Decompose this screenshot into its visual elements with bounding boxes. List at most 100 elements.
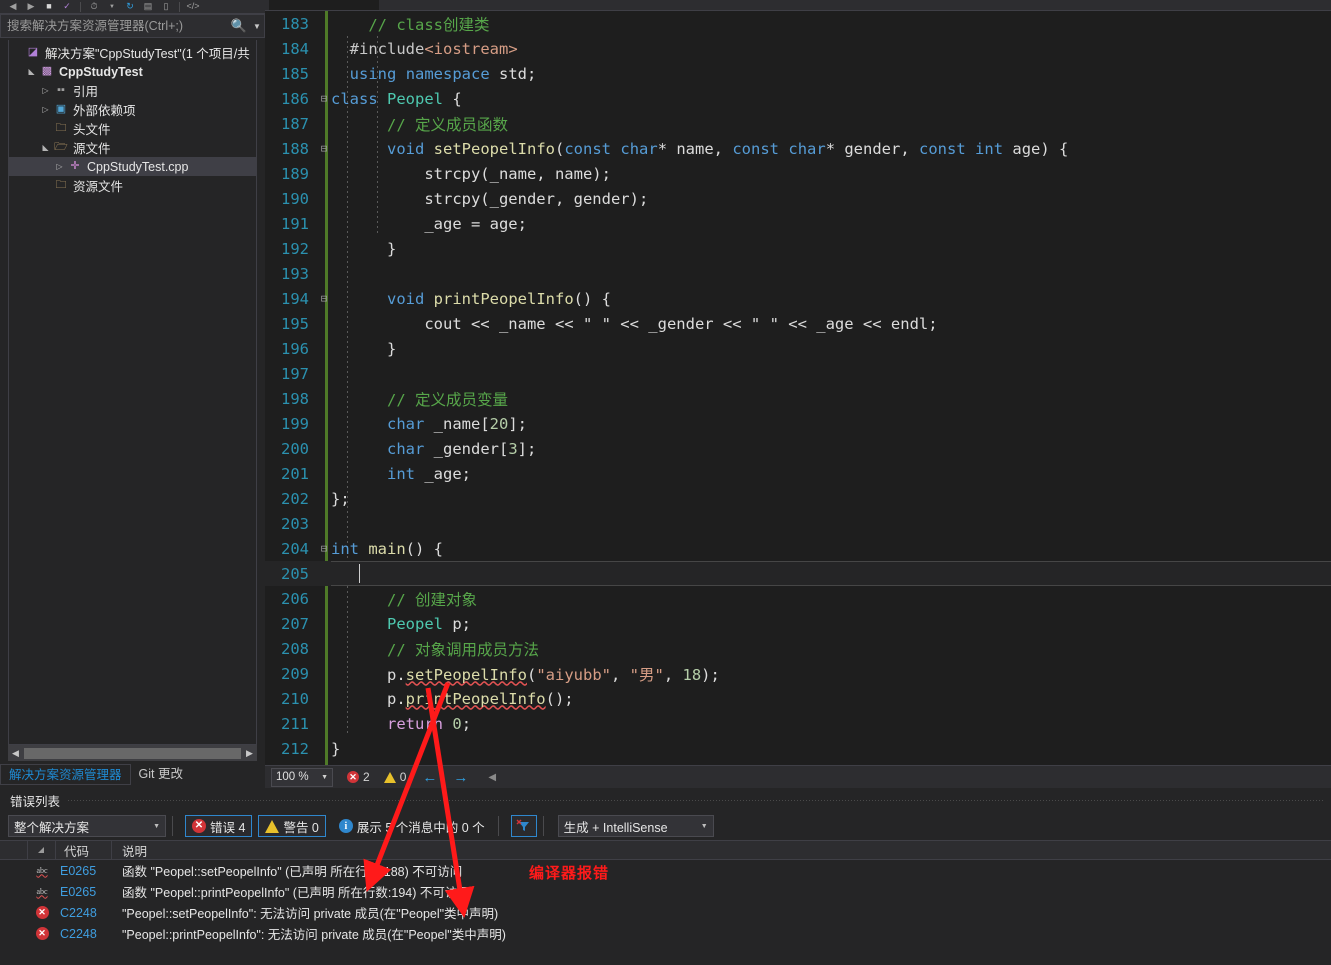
code-line-201[interactable]: 201 int _age; bbox=[265, 461, 1331, 486]
tree-item-4[interactable]: ·🗀 头文件 bbox=[9, 119, 256, 138]
editor-tab-secondary[interactable] bbox=[1105, 0, 1195, 10]
error-code[interactable]: C2248 bbox=[56, 927, 112, 941]
zoom-level-select[interactable]: 100 % ▼ bbox=[271, 767, 333, 787]
chevron-left-icon[interactable]: ◀ bbox=[488, 772, 496, 783]
table-row[interactable]: ✕ C2248 "Peopel::printPeopelInfo": 无法访问 pr… bbox=[0, 923, 1331, 944]
editor-tab-active[interactable] bbox=[269, 0, 379, 10]
solution-explorer-search[interactable]: 🔍 ▼ bbox=[0, 14, 265, 38]
refresh-icon[interactable]: ↻ bbox=[123, 1, 137, 12]
status-error-count[interactable]: ✕ 2 bbox=[347, 770, 370, 784]
code-line-191[interactable]: 191 _age = age; bbox=[265, 211, 1331, 236]
annotation-label: 编译器报错 bbox=[529, 865, 610, 882]
code-line-210[interactable]: 210 p.printPeopelInfo(); bbox=[265, 686, 1331, 711]
code-line-193[interactable]: 193 bbox=[265, 261, 1331, 286]
column-header-description[interactable]: 说明 bbox=[112, 840, 1331, 860]
code-line-185[interactable]: 185 using namespace std; bbox=[265, 61, 1331, 86]
tree-item-5[interactable]: ◢ 🗁 源文件 bbox=[9, 138, 256, 157]
column-header-icon[interactable] bbox=[28, 840, 56, 860]
error-code[interactable]: E0265 bbox=[56, 864, 112, 878]
code-line-198[interactable]: 198 // 定义成员变量 bbox=[265, 386, 1331, 411]
home-icon[interactable]: ■ bbox=[42, 1, 56, 12]
code-line-189[interactable]: 189 strcpy(_name, name); bbox=[265, 161, 1331, 186]
code-line-190[interactable]: 190 strcpy(_gender, gender); bbox=[265, 186, 1331, 211]
code-line-212[interactable]: 212} bbox=[265, 736, 1331, 761]
tree-item-2[interactable]: ▷ ▪▪ 引用 bbox=[9, 81, 256, 100]
clear-filter-button[interactable] bbox=[510, 815, 537, 837]
chevron-down-icon[interactable]: ▼ bbox=[105, 1, 119, 12]
twisty-collapsed-icon[interactable]: ▷ bbox=[53, 162, 66, 171]
arrow-right-icon[interactable]: → bbox=[453, 769, 468, 786]
table-row[interactable]: abc E0265 函数 "Peopel::setPeopelInfo" (已声明 … bbox=[0, 860, 1331, 881]
twisty-expanded-icon[interactable]: ◢ bbox=[25, 67, 38, 76]
code-line-195[interactable]: 195 cout << _name << " " << _gender << "… bbox=[265, 311, 1331, 336]
error-code[interactable]: C2248 bbox=[56, 906, 112, 920]
status-warning-count[interactable]: 0 bbox=[383, 770, 406, 784]
twisty-collapsed-icon[interactable]: ▷ bbox=[39, 86, 52, 95]
warnings-filter-button[interactable]: 警告 0 bbox=[258, 815, 326, 837]
build-source-select[interactable]: 生成 + IntelliSense ▼ bbox=[557, 815, 714, 837]
table-row[interactable]: ✕ C2248 "Peopel::setPeopelInfo": 无法访问 priv… bbox=[0, 902, 1331, 923]
code-line-187[interactable]: 187 // 定义成员函数 bbox=[265, 111, 1331, 136]
code-line-186[interactable]: 186 ⊟ class Peopel { bbox=[265, 86, 1331, 111]
errors-filter-button[interactable]: ✕ 错误 4 bbox=[185, 815, 253, 837]
chevron-down-icon[interactable]: ▼ bbox=[321, 774, 328, 781]
search-icon[interactable]: 🔍 bbox=[228, 18, 250, 34]
se-tab-0[interactable]: 解决方案资源管理器 bbox=[0, 764, 131, 785]
show-all-files-icon[interactable]: </> bbox=[186, 1, 200, 12]
back-icon[interactable]: ◀ bbox=[6, 1, 20, 12]
code-line-208[interactable]: 208 // 对象调用成员方法 bbox=[265, 636, 1331, 661]
code-line-211[interactable]: 211 return 0; bbox=[265, 711, 1331, 736]
column-header-code[interactable]: 代码 bbox=[56, 840, 112, 860]
code-line-197[interactable]: 197 bbox=[265, 361, 1331, 386]
se-tab-1[interactable]: Git 更改 bbox=[131, 764, 191, 785]
code-line-183[interactable]: 183 // class创建类 bbox=[265, 11, 1331, 36]
code-line-192[interactable]: 192 } bbox=[265, 236, 1331, 261]
code-line-199[interactable]: 199 char _name[20]; bbox=[265, 411, 1331, 436]
tree-item-6[interactable]: ▷ ✛ CppStudyTest.cpp bbox=[9, 157, 256, 176]
scope-select[interactable]: 整个解决方案 ▼ bbox=[8, 815, 166, 837]
code-line-196[interactable]: 196 } bbox=[265, 336, 1331, 361]
scroll-right-arrow-icon[interactable]: ▶ bbox=[242, 748, 257, 759]
chevron-down-icon[interactable]: ▼ bbox=[250, 22, 264, 31]
fold-collapse-icon[interactable]: ⊟ bbox=[317, 292, 331, 305]
code-line-209[interactable]: 209 p.setPeopelInfo("aiyubb", "男", 18); bbox=[265, 661, 1331, 686]
collapse-all-icon[interactable]: ▤ bbox=[141, 1, 155, 12]
code-line-203[interactable]: 203 bbox=[265, 511, 1331, 536]
messages-filter-button[interactable]: i 展示 5 个消息中的 0 个 bbox=[332, 815, 492, 837]
code-line-207[interactable]: 207 Peopel p; bbox=[265, 611, 1331, 636]
arrow-left-icon[interactable]: ← bbox=[422, 769, 437, 786]
code-line-184[interactable]: 184 #include<iostream> bbox=[265, 36, 1331, 61]
twisty-expanded-icon[interactable]: ◢ bbox=[39, 143, 52, 152]
solution-tree-hscrollbar[interactable]: ◀ ▶ bbox=[8, 745, 257, 761]
fold-collapse-icon[interactable]: ⊟ bbox=[317, 92, 331, 105]
code-line-206[interactable]: 206 // 创建对象 bbox=[265, 586, 1331, 611]
tree-item-3[interactable]: ▷ ▣ 外部依赖项 bbox=[9, 100, 256, 119]
code-text-area[interactable]: 183 // class创建类 184 #include<iostream> 185… bbox=[265, 11, 1331, 765]
fold-collapse-icon[interactable]: ⊟ bbox=[317, 542, 331, 555]
tree-item-0[interactable]: ·◪ 解决方案"CppStudyTest"(1 个项目/共 bbox=[9, 43, 256, 62]
code-line-200[interactable]: 200 char _gender[3]; bbox=[265, 436, 1331, 461]
tree-item-7[interactable]: ·🗀 资源文件 bbox=[9, 176, 256, 195]
solution-tree[interactable]: ·◪解决方案"CppStudyTest"(1 个项目/共◢▩CppStudyTe… bbox=[8, 40, 257, 745]
line-number: 186 bbox=[281, 89, 309, 108]
code-line-202[interactable]: 202}; bbox=[265, 486, 1331, 511]
twisty-collapsed-icon[interactable]: ▷ bbox=[39, 105, 52, 114]
table-row[interactable]: abc E0265 函数 "Peopel::printPeopelInfo" (已声… bbox=[0, 881, 1331, 902]
fold-collapse-icon[interactable]: ⊟ bbox=[317, 142, 331, 155]
hscroll-thumb[interactable] bbox=[24, 747, 241, 759]
pending-changes-icon[interactable]: ⏱ bbox=[87, 1, 101, 12]
error-code[interactable]: E0265 bbox=[56, 885, 112, 899]
code-line-194[interactable]: 194 ⊟ void printPeopelInfo() { bbox=[265, 286, 1331, 311]
tree-item-1[interactable]: ◢ ▩ CppStudyTest bbox=[9, 62, 256, 81]
chevron-down-icon[interactable]: ▼ bbox=[701, 823, 708, 830]
code-line-204[interactable]: 204 ⊟ int main() { bbox=[265, 536, 1331, 561]
chevron-down-icon[interactable]: ▼ bbox=[153, 823, 160, 830]
properties-icon[interactable]: ▯ bbox=[159, 1, 173, 12]
warning-triangle-icon bbox=[265, 819, 280, 833]
code-line-188[interactable]: 188 ⊟ void setPeopelInfo(const char* name… bbox=[265, 136, 1331, 161]
search-input[interactable] bbox=[1, 19, 228, 33]
code-line-205[interactable]: 205 bbox=[265, 561, 1331, 586]
vs-sync-icon[interactable]: ✓ bbox=[60, 1, 74, 12]
forward-icon[interactable]: ▶ bbox=[24, 1, 38, 12]
scroll-left-arrow-icon[interactable]: ◀ bbox=[8, 748, 23, 759]
